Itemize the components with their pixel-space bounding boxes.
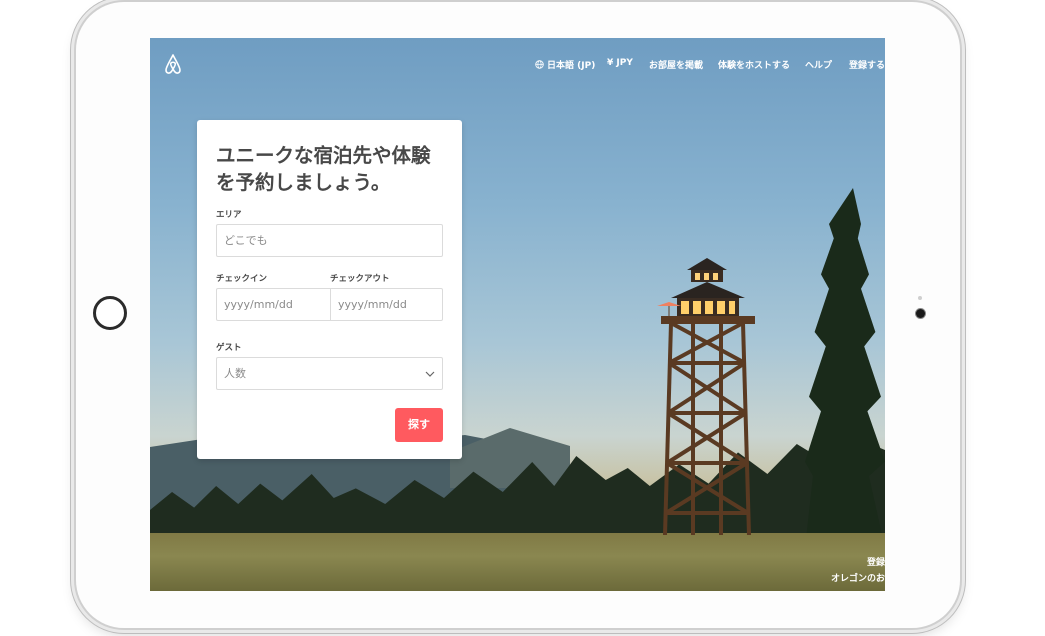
nav-currency[interactable]: ¥ JPY <box>607 58 633 68</box>
checkout-input[interactable]: yyyy/mm/dd <box>330 288 443 321</box>
nav-host-experience[interactable]: 体験をホストする <box>718 58 790 71</box>
search-form-card: ユニークな宿泊先や体験を予約しましょう。 エリア どこでも チェックイン チェッ… <box>197 120 462 459</box>
guests-label: ゲスト <box>216 343 242 353</box>
home-button[interactable] <box>93 296 127 330</box>
globe-icon <box>535 60 544 69</box>
checkin-input[interactable]: yyyy/mm/dd <box>216 288 331 321</box>
area-input[interactable]: どこでも <box>216 224 443 257</box>
lookout-cabin <box>657 258 755 324</box>
chevron-down-icon <box>425 371 435 377</box>
guests-select-value: 人数 <box>224 367 246 380</box>
nav-language[interactable]: 日本語 (JP) <box>535 58 595 71</box>
area-label: エリア <box>216 210 242 220</box>
front-sensor <box>918 296 922 300</box>
search-button[interactable]: 探す <box>395 408 443 442</box>
nav-help[interactable]: ヘルプ <box>805 58 832 71</box>
lookout-tower-legs <box>663 323 751 535</box>
photo-caption-title[interactable]: 登録 <box>867 555 885 568</box>
screen: 日本語 (JP) ¥ JPY お部屋を掲載 体験をホストする ヘルプ 登録する … <box>150 38 885 591</box>
nav-list-room[interactable]: お部屋を掲載 <box>649 58 703 71</box>
guests-select[interactable]: 人数 <box>216 357 443 390</box>
nav-language-label: 日本語 (JP) <box>547 61 596 71</box>
search-headline: ユニークな宿泊先や体験を予約しましょう。 <box>216 144 431 194</box>
meadow <box>150 533 885 591</box>
checkin-label: チェックイン <box>216 274 268 284</box>
front-camera <box>916 309 925 318</box>
foreground-tree <box>805 188 885 548</box>
nav-signup[interactable]: 登録する <box>849 58 885 71</box>
photo-caption-subtitle[interactable]: オレゴンのお <box>831 571 885 584</box>
checkout-label: チェックアウト <box>330 274 390 284</box>
airbnb-logo-icon[interactable] <box>164 53 182 75</box>
